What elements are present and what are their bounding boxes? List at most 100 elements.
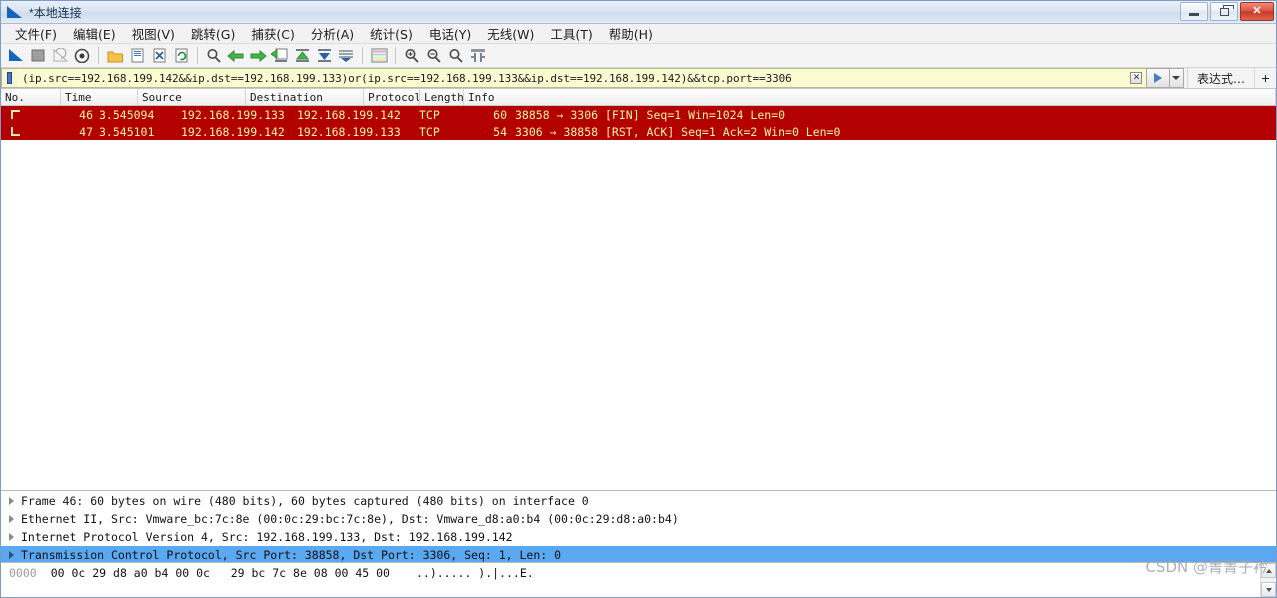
cell-info: 3306 → 38858 [RST, ACK] Seq=1 Ack=2 Win=… (515, 124, 841, 139)
cell-source: 192.168.199.142 (181, 124, 285, 139)
menu-statistics[interactable]: 统计(S) (362, 23, 421, 44)
toolbar-separator (98, 47, 99, 64)
column-time[interactable]: Time (61, 89, 138, 105)
display-filter-input[interactable]: (ip.src==192.168.199.142&&ip.dst==192.16… (17, 68, 1127, 88)
menu-go[interactable]: 跳转(G) (183, 23, 243, 44)
cell-destination: 192.168.199.133 (297, 124, 401, 139)
main-toolbar (1, 44, 1276, 68)
packet-details-pane: Frame 46: 60 bytes on wire (480 bits), 6… (1, 491, 1276, 563)
menu-telephony[interactable]: 电话(Y) (421, 23, 479, 44)
packet-bytes-pane: 0000 00 0c 29 d8 a0 b4 00 0c 29 bc 7c 8e… (1, 563, 1276, 597)
table-row[interactable]: 46 3.545094 192.168.199.133 192.168.199.… (1, 106, 1276, 123)
detail-tcp[interactable]: Transmission Control Protocol, Src Port:… (1, 546, 1276, 562)
start-capture-icon[interactable] (6, 46, 26, 66)
bytes-pane-scrollbar[interactable] (1260, 563, 1276, 597)
go-to-last-icon[interactable] (314, 46, 334, 66)
detail-ipv4[interactable]: Internet Protocol Version 4, Src: 192.16… (1, 528, 1276, 546)
close-button[interactable]: ✕ (1240, 2, 1274, 21)
auto-scroll-icon[interactable] (336, 46, 356, 66)
cell-length: 60 (493, 107, 507, 122)
bytes-ascii: ..)..... ).|...E. (415, 566, 534, 580)
cell-protocol: TCP (419, 107, 440, 122)
maximize-button[interactable] (1210, 2, 1238, 21)
save-file-icon[interactable] (127, 46, 147, 66)
bytes-offset: 0000 (9, 566, 37, 580)
cell-no: 46 (79, 107, 93, 122)
apply-filter-arrow-icon (1153, 73, 1162, 83)
detail-tcp-text: Transmission Control Protocol, Src Port:… (21, 548, 562, 562)
expand-triangle-icon[interactable] (9, 515, 14, 523)
restart-capture-icon[interactable] (50, 46, 70, 66)
go-to-first-icon[interactable] (292, 46, 312, 66)
cell-source: 192.168.199.133 (181, 107, 285, 122)
menu-edit[interactable]: 编辑(E) (65, 23, 124, 44)
menu-file[interactable]: 文件(F) (7, 23, 65, 44)
chevron-down-icon (1265, 587, 1272, 592)
toolbar-separator (362, 47, 363, 64)
cell-time: 3.545094 (99, 107, 155, 122)
column-no[interactable]: No. (1, 89, 61, 105)
wireshark-fin-icon (7, 5, 23, 19)
column-length[interactable]: Length (420, 89, 464, 105)
zoom-reset-icon[interactable] (446, 46, 466, 66)
cell-destination: 192.168.199.142 (297, 107, 401, 122)
detail-frame[interactable]: Frame 46: 60 bytes on wire (480 bits), 6… (1, 492, 1276, 510)
close-file-icon[interactable] (149, 46, 169, 66)
chevron-up-icon (1265, 568, 1272, 573)
zoom-in-icon[interactable] (402, 46, 422, 66)
menu-view[interactable]: 视图(V) (124, 23, 183, 44)
apply-filter-button[interactable] (1145, 68, 1170, 88)
bytes-row[interactable]: 0000 00 0c 29 d8 a0 b4 00 0c 29 bc 7c 8e… (1, 563, 1276, 581)
menu-analyze[interactable]: 分析(A) (303, 23, 362, 44)
find-packet-icon[interactable] (204, 46, 224, 66)
open-file-icon[interactable] (105, 46, 125, 66)
bytes-hex: 00 0c 29 d8 a0 b4 00 0c 29 bc 7c 8e 08 0… (50, 566, 390, 580)
menu-bar: 文件(F) 编辑(E) 视图(V) 跳转(G) 捕获(C) 分析(A) 统计(S… (1, 24, 1276, 44)
expand-triangle-icon[interactable] (9, 497, 14, 505)
toolbar-separator (395, 47, 396, 64)
window-title: *本地连接 (29, 5, 82, 20)
display-filter-bar: (ip.src==192.168.199.142&&ip.dst==192.16… (1, 68, 1276, 89)
expand-triangle-icon[interactable] (9, 551, 14, 559)
menu-help[interactable]: 帮助(H) (601, 23, 661, 44)
filter-expression-button[interactable]: 表达式… (1186, 68, 1254, 88)
go-to-packet-icon[interactable] (270, 46, 290, 66)
table-row[interactable]: 47 3.545101 192.168.199.142 192.168.199.… (1, 123, 1276, 140)
menu-capture[interactable]: 捕获(C) (243, 23, 302, 44)
detail-ethernet[interactable]: Ethernet II, Src: Vmware_bc:7c:8e (00:0c… (1, 510, 1276, 528)
toolbar-separator (197, 47, 198, 64)
add-filter-button[interactable]: + (1254, 68, 1276, 88)
cell-no: 47 (79, 124, 93, 139)
row-marker-icon (1, 110, 29, 119)
stop-capture-icon[interactable] (28, 46, 48, 66)
menu-tools[interactable]: 工具(T) (542, 23, 600, 44)
title-bar: *本地连接 ✕ (1, 1, 1276, 24)
scroll-up-button[interactable] (1261, 563, 1276, 578)
maximize-icon (1219, 4, 1234, 16)
minimize-button[interactable] (1180, 2, 1208, 21)
packet-list-rows: 46 3.545094 192.168.199.133 192.168.199.… (1, 106, 1276, 490)
column-protocol[interactable]: Protocol (364, 89, 420, 105)
zoom-out-icon[interactable] (424, 46, 444, 66)
filter-history-dropdown[interactable] (1169, 68, 1184, 88)
resize-columns-icon[interactable] (468, 46, 488, 66)
menu-wireless[interactable]: 无线(W) (479, 23, 542, 44)
expand-triangle-icon[interactable] (9, 533, 14, 541)
cell-time: 3.545101 (99, 124, 155, 139)
cell-length: 54 (493, 124, 507, 139)
packet-list-pane: No. Time Source Destination Protocol Len… (1, 89, 1276, 491)
go-forward-icon[interactable] (248, 46, 268, 66)
filter-bookmark-icon[interactable] (1, 68, 17, 88)
clear-filter-button[interactable]: ✕ (1126, 68, 1146, 88)
detail-ipv4-text: Internet Protocol Version 4, Src: 192.16… (21, 530, 513, 544)
reload-file-icon[interactable] (171, 46, 191, 66)
row-marker-icon (1, 127, 29, 136)
close-icon: ✕ (1130, 72, 1143, 84)
column-source[interactable]: Source (138, 89, 246, 105)
column-destination[interactable]: Destination (246, 89, 364, 105)
scroll-down-button[interactable] (1261, 582, 1276, 597)
capture-options-icon[interactable] (72, 46, 92, 66)
colorize-icon[interactable] (369, 46, 389, 66)
go-back-icon[interactable] (226, 46, 246, 66)
column-info[interactable]: Info (464, 89, 1276, 105)
